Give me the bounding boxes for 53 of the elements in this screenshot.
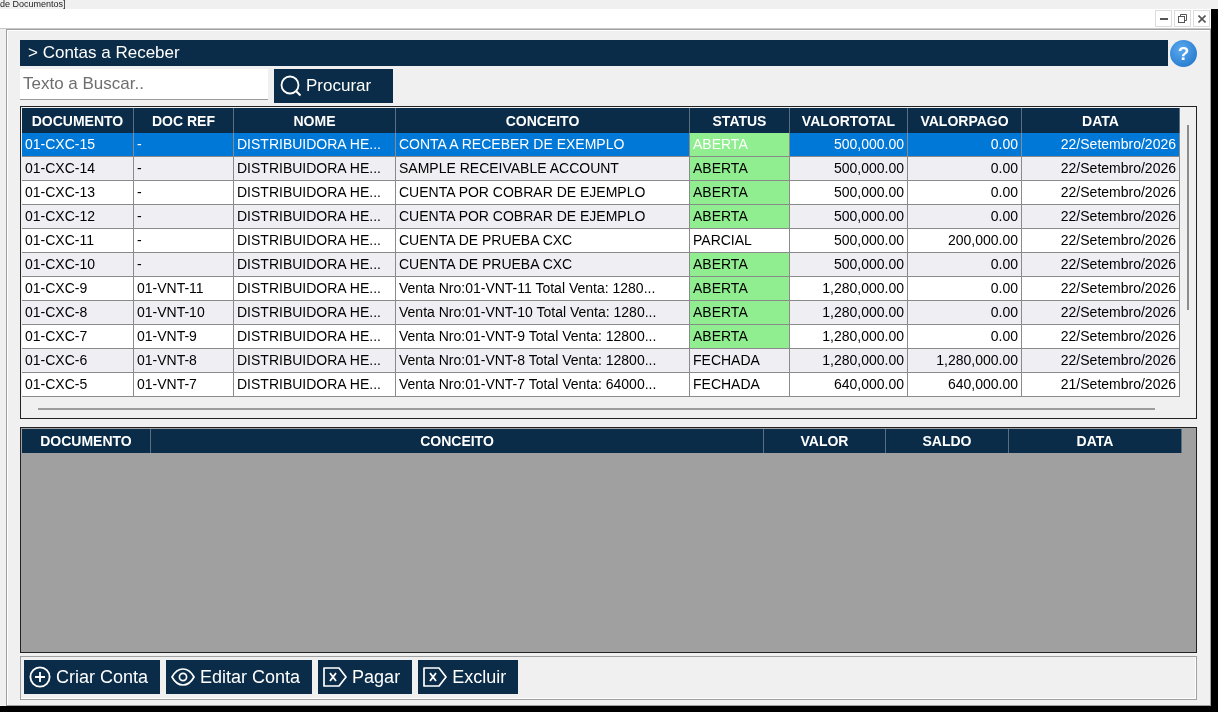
column-header[interactable]: VALOR — [764, 429, 886, 453]
minimize-icon — [1159, 17, 1168, 20]
table-row[interactable]: 01-CXC-6 01-VNT-8 DISTRIBUIDORA HE... Venta Nro:01-VNT-8 Total Venta: 12800... FECHADA 1,280,000.00 1,280,000.00 22/Setembro/2026 — [22, 349, 1180, 373]
x-tag-icon — [423, 667, 448, 687]
status-cell: ABERTA — [690, 253, 790, 277]
table-row[interactable]: 01-CXC-5 01-VNT-7 DISTRIBUIDORA HE... Venta Nro:01-VNT-7 Total Venta: 64000... FECHADA 640,000.00 640,000.00 21/Setembro/2026 — [22, 373, 1180, 397]
minimize-button[interactable] — [1155, 10, 1172, 27]
status-cell: ABERTA — [690, 157, 790, 181]
table-row[interactable]: 01-CXC-15 - DISTRIBUIDORA HE... CONTA A RECEBER DE EXEMPLO ABERTA 500,000.00 0.00 22/Setembro/2026 — [22, 133, 1180, 157]
column-header[interactable]: DATA — [1009, 429, 1182, 453]
section-title: > Contas a Receber — [20, 40, 1168, 66]
status-cell: ABERTA — [690, 277, 790, 301]
status-cell: ABERTA — [690, 205, 790, 229]
create-button[interactable]: Criar Conta — [24, 660, 161, 694]
horizontal-scrollbar[interactable] — [38, 408, 1155, 410]
edit-button[interactable]: Editar Conta — [166, 660, 313, 694]
x-tag-icon — [323, 667, 348, 687]
plus-circle-icon — [29, 666, 51, 688]
search-button[interactable]: Procurar — [274, 69, 393, 103]
pay-button[interactable]: Pagar — [318, 660, 413, 694]
table-row[interactable]: 01-CXC-14 - DISTRIBUIDORA HE... SAMPLE RECEIVABLE ACCOUNT ABERTA 500,000.00 0.00 22/Setembro/2026 — [22, 157, 1180, 181]
close-button[interactable] — [1193, 10, 1210, 27]
table-cell: 21/Setembro/2026 — [1022, 373, 1180, 397]
restore-button[interactable] — [1174, 10, 1191, 27]
column-header[interactable]: DOCUMENTO — [22, 429, 151, 453]
table-cell: DISTRIBUIDORA HE... — [234, 373, 396, 397]
column-header[interactable]: SALDO — [886, 429, 1009, 453]
status-cell: ABERTA — [690, 325, 790, 349]
table-row[interactable]: 01-CXC-10 - DISTRIBUIDORA HE... CUENTA DE PRUEBA CXC ABERTA 500,000.00 0.00 22/Setembro/2026 — [22, 253, 1180, 277]
table-cell: 01-CXC-5 — [22, 373, 134, 397]
table-row[interactable]: 01-CXC-7 01-VNT-9 DISTRIBUIDORA HE... Venta Nro:01-VNT-9 Total Venta: 12800... ABERTA 1,280,000.00 0.00 22/Setembro/2026 — [22, 325, 1180, 349]
delete-button[interactable]: Excluir — [418, 660, 519, 694]
status-cell: FECHADA — [690, 373, 790, 397]
table-cell: Venta Nro:01-VNT-7 Total Venta: 64000... — [396, 373, 690, 397]
table-cell: 01-VNT-7 — [134, 373, 234, 397]
table-row[interactable]: 01-CXC-12 - DISTRIBUIDORA HE... CUENTA POR COBRAR DE EJEMPLO ABERTA 500,000.00 0.00 22/Setembro/2026 — [22, 205, 1180, 229]
eye-icon — [171, 668, 196, 686]
status-cell: ABERTA — [690, 181, 790, 205]
window-title: de Documentos] — [0, 0, 66, 9]
table-cell: 640,000.00 — [908, 373, 1022, 397]
column-header[interactable]: CONCEITO — [151, 429, 764, 453]
table-row[interactable]: 01-CXC-13 - DISTRIBUIDORA HE... CUENTA POR COBRAR DE EJEMPLO ABERTA 500,000.00 0.00 22/Setembro/2026 — [22, 181, 1180, 205]
restore-icon — [1178, 14, 1187, 23]
table-cell: 640,000.00 — [790, 373, 908, 397]
status-cell: ABERTA — [690, 133, 790, 157]
table-row[interactable]: 01-CXC-8 01-VNT-10 DISTRIBUIDORA HE... Venta Nro:01-VNT-10 Total Venta: 1280... ABERTA 1,280,000.00 0.00 22/Setembro/2026 — [22, 301, 1180, 325]
table-row[interactable]: 01-CXC-9 01-VNT-11 DISTRIBUIDORA HE... Venta Nro:01-VNT-11 Total Venta: 1280... ABERTA 1,280,000.00 0.00 22/Setembro/2026 — [22, 277, 1180, 301]
search-icon — [280, 75, 302, 97]
table-row[interactable]: 01-CXC-11 - DISTRIBUIDORA HE... CUENTA DE PRUEBA CXC PARCIAL 500,000.00 200,000.00 22/Setembro/2026 — [22, 229, 1180, 253]
vertical-scrollbar[interactable] — [1186, 125, 1189, 310]
search-field[interactable]: Texto a Buscar.. — [20, 69, 268, 100]
status-cell: ABERTA — [690, 301, 790, 325]
close-icon — [1197, 14, 1206, 23]
